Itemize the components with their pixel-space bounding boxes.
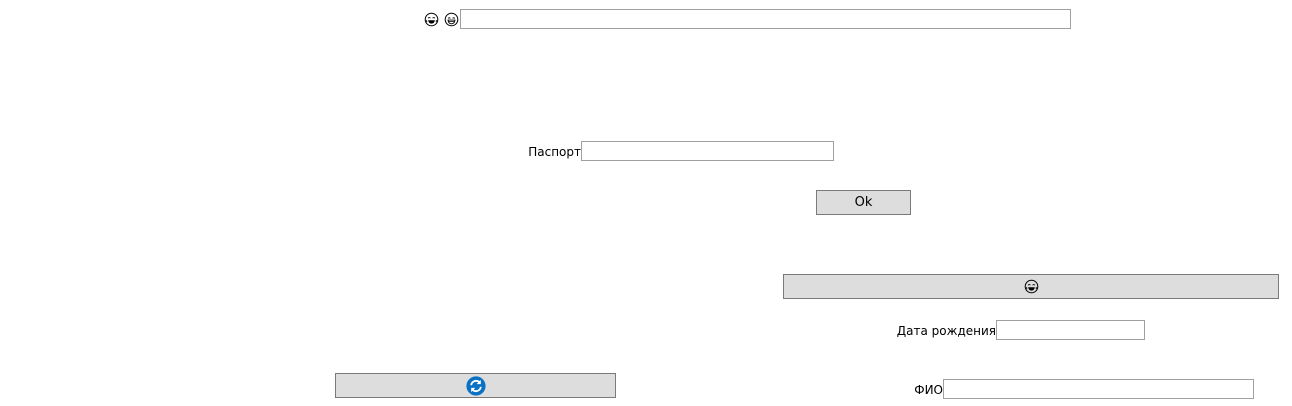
full-name-label: ФИО <box>914 383 943 397</box>
emoji-button[interactable] <box>783 274 1279 299</box>
passport-label: Паспорт <box>528 145 581 159</box>
ok-button[interactable]: Ok <box>816 190 911 215</box>
refresh-button[interactable] <box>335 373 616 398</box>
grinning-face-icon <box>444 12 459 30</box>
birth-date-label: Дата рождения <box>896 324 996 338</box>
birth-date-input[interactable] <box>996 320 1145 340</box>
refresh-icon <box>465 375 486 396</box>
top-text-input[interactable] <box>460 9 1071 29</box>
laughing-face-icon <box>1024 279 1039 294</box>
full-name-input[interactable] <box>943 379 1254 399</box>
laughing-face-icon <box>424 12 439 30</box>
passport-input[interactable] <box>581 141 834 161</box>
